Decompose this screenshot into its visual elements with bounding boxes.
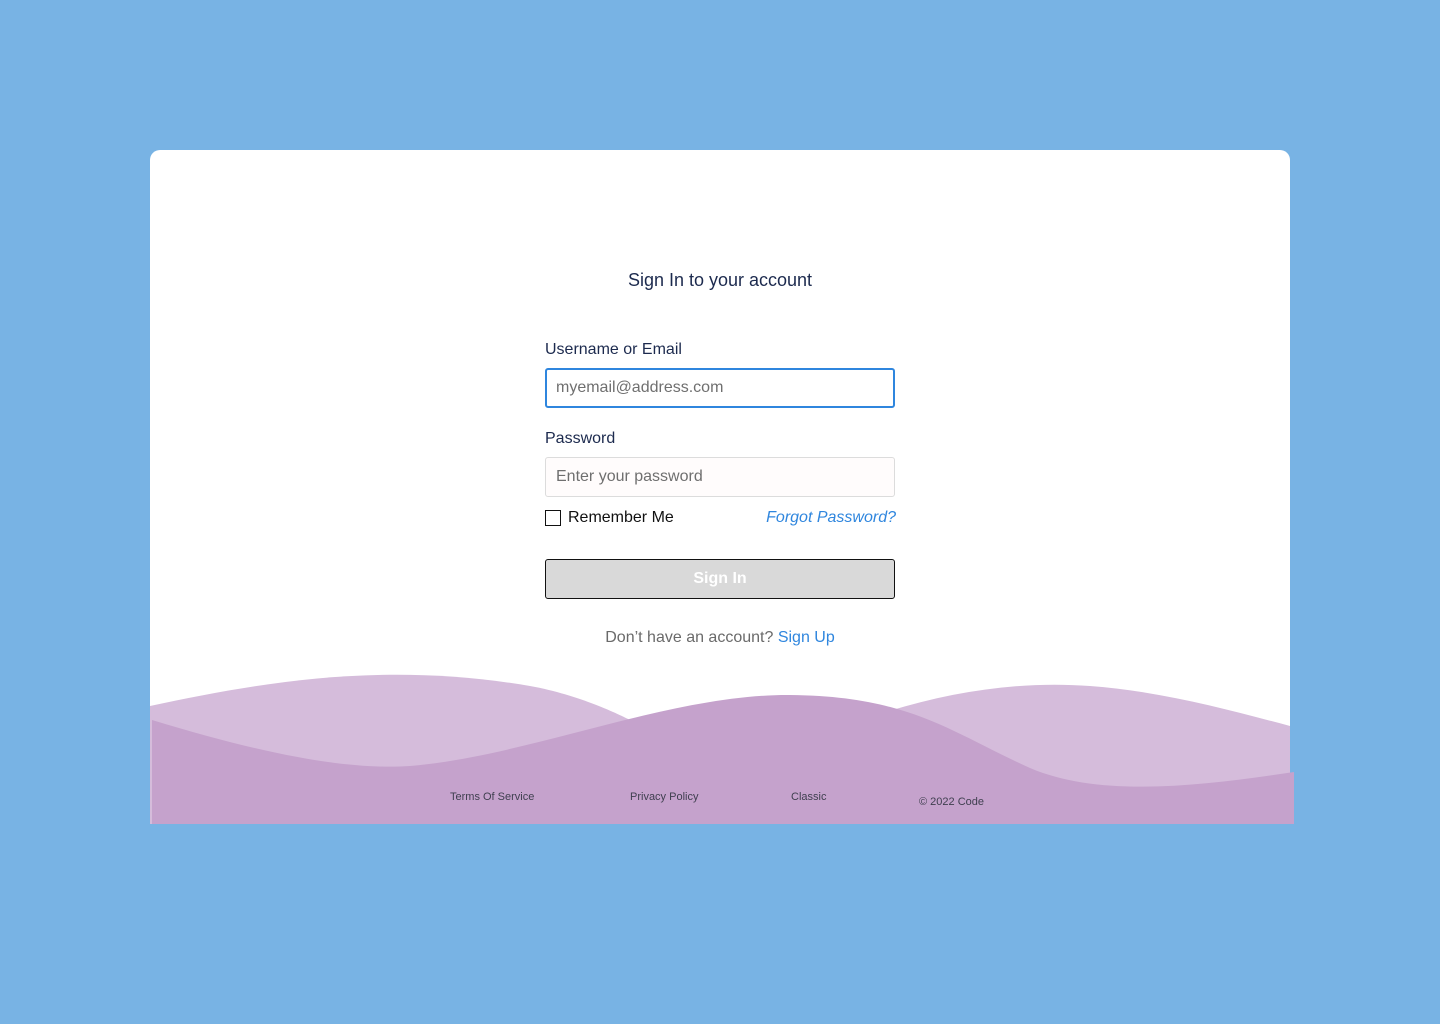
options-row: Remember Me Forgot Password? — [545, 509, 896, 529]
copyright-text: © 2022 Code — [919, 796, 984, 808]
password-label: Password — [545, 430, 616, 447]
wave-dark — [152, 694, 1294, 824]
classic-link[interactable]: Classic — [791, 791, 826, 803]
remember-me-toggle[interactable]: Remember Me — [545, 509, 674, 527]
remember-me-checkbox[interactable] — [545, 510, 561, 526]
privacy-policy-link[interactable]: Privacy Policy — [630, 791, 698, 803]
username-label: Username or Email — [545, 341, 682, 358]
login-card: Sign In to your account Username or Emai… — [150, 150, 1294, 824]
wave-light-left — [150, 674, 630, 824]
signin-form: Username or Email Password Remember Me F… — [545, 340, 896, 647]
password-input[interactable] — [545, 457, 895, 497]
password-group: Password — [545, 429, 895, 497]
page-title: Sign In to your account — [627, 270, 813, 290]
no-account-text: Don’t have an account? — [605, 629, 774, 646]
sign-in-button[interactable]: Sign In — [545, 559, 895, 599]
username-input[interactable] — [545, 368, 895, 408]
signup-prompt: Don’t have an account? Sign Up — [545, 629, 895, 647]
remember-me-label: Remember Me — [568, 509, 674, 526]
wave-light-right — [850, 684, 1290, 824]
terms-of-service-link[interactable]: Terms Of Service — [450, 791, 534, 803]
sign-up-link[interactable]: Sign Up — [778, 629, 835, 646]
forgot-password-link[interactable]: Forgot Password? — [766, 509, 896, 527]
